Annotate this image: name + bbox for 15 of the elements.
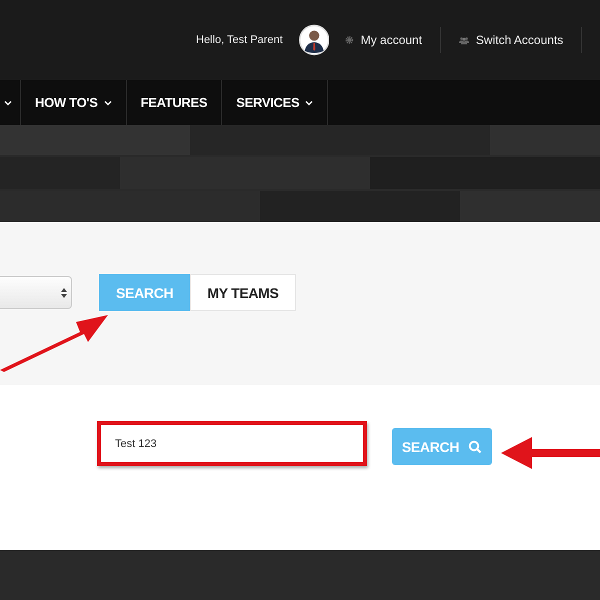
search-icon bbox=[468, 440, 482, 454]
gear-icon bbox=[345, 34, 354, 46]
updown-icon bbox=[61, 288, 67, 298]
search-field[interactable]: Test 123 bbox=[97, 421, 367, 466]
chevron-down-icon[interactable] bbox=[305, 100, 314, 106]
greeting-text: Hello, Test Parent bbox=[196, 34, 283, 46]
nav-link[interactable]: FEATURES bbox=[140, 95, 208, 110]
header-link[interactable]: Switch Accounts bbox=[476, 33, 564, 47]
tab[interactable]: MY TEAMS bbox=[190, 274, 296, 311]
chevron-down-icon[interactable] bbox=[4, 100, 12, 106]
header-link[interactable]: My account bbox=[360, 33, 422, 47]
chevron-down-icon[interactable] bbox=[104, 100, 112, 106]
nav-link[interactable]: SERVICES bbox=[236, 95, 300, 110]
nav-link[interactable]: HOW TO'S bbox=[35, 95, 98, 110]
group-icon bbox=[458, 34, 469, 46]
